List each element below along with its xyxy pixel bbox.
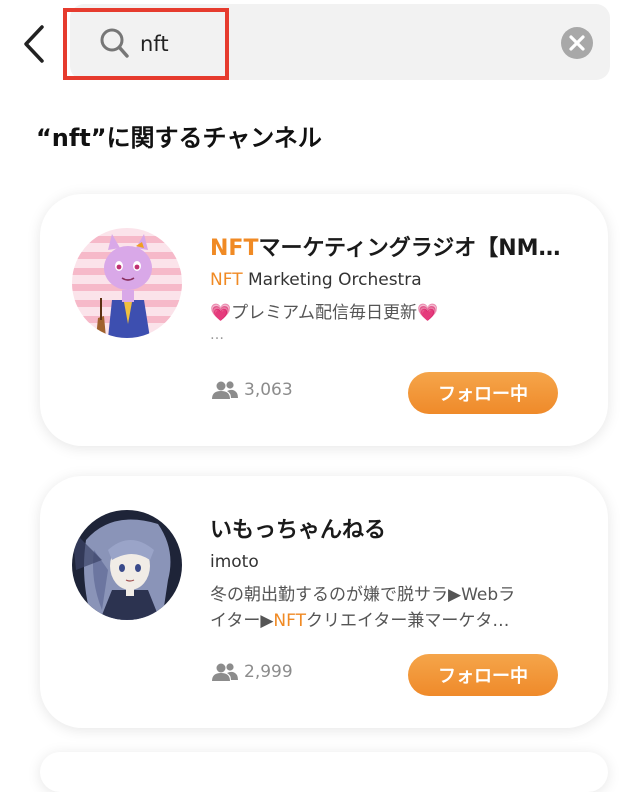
channel-card[interactable]: NFTマーケティングラジオ【NM… NFT Marketing Orchestr… — [40, 194, 608, 446]
channel-name[interactable]: いもっちゃんねる — [210, 512, 580, 544]
follower-count: 2,999 — [212, 662, 293, 682]
follower-count-value: 2,999 — [244, 662, 293, 682]
channel-description: 💗プレミアム配信毎日更新💗 … — [210, 300, 576, 344]
anime-girl-avatar-image — [72, 510, 182, 620]
author-rest: Marketing Orchestra — [242, 270, 422, 290]
description-more: … — [210, 327, 224, 343]
channel-name-rest: マーケティングラジオ【NM… — [258, 236, 561, 261]
channel-author: imoto — [210, 552, 580, 572]
search-input[interactable] — [140, 24, 540, 64]
description-highlight: NFT — [273, 611, 306, 631]
top-bar — [0, 0, 634, 90]
channel-card[interactable] — [40, 752, 608, 792]
search-icon — [100, 28, 129, 58]
clear-search-icon[interactable] — [560, 26, 594, 60]
follower-count-value: 3,063 — [244, 380, 293, 400]
channel-author: NFT Marketing Orchestra — [210, 270, 580, 290]
channel-name-rest: いもっちゃんねる — [210, 518, 387, 543]
description-text: クリエイター兼マーケタ… — [306, 611, 510, 631]
channel-description: 冬の朝出勤するのが嫌で脱サラ▶Webラ イター▶NFTクリエイター兼マーケタ… — [210, 582, 576, 634]
back-button[interactable] — [18, 22, 50, 66]
cat-avatar-image — [72, 228, 182, 338]
description-line: 冬の朝出勤するのが嫌で脱サラ▶Webラ — [210, 585, 516, 605]
following-button[interactable]: フォロー中 — [408, 372, 558, 414]
author-highlight: NFT — [210, 270, 243, 290]
follower-count: 3,063 — [212, 380, 293, 400]
channel-name-highlight: NFT — [210, 236, 259, 261]
author-rest: imoto — [210, 552, 259, 572]
people-icon — [212, 663, 238, 681]
channel-card[interactable]: いもっちゃんねる imoto 冬の朝出勤するのが嫌で脱サラ▶Webラ イター▶N… — [40, 476, 608, 728]
chevron-left-icon — [24, 25, 44, 63]
description-text: イター▶ — [210, 611, 274, 631]
description-line: イター▶NFTクリエイター兼マーケタ… — [210, 608, 576, 634]
description-line: 💗プレミアム配信毎日更新💗 — [210, 303, 439, 323]
section-title: “nft”に関するチャンネル — [36, 124, 322, 152]
channel-name[interactable]: NFTマーケティングラジオ【NM… — [210, 230, 580, 262]
people-icon — [212, 381, 238, 399]
avatar[interactable] — [72, 510, 182, 620]
avatar[interactable] — [72, 228, 182, 338]
following-button[interactable]: フォロー中 — [408, 654, 558, 696]
